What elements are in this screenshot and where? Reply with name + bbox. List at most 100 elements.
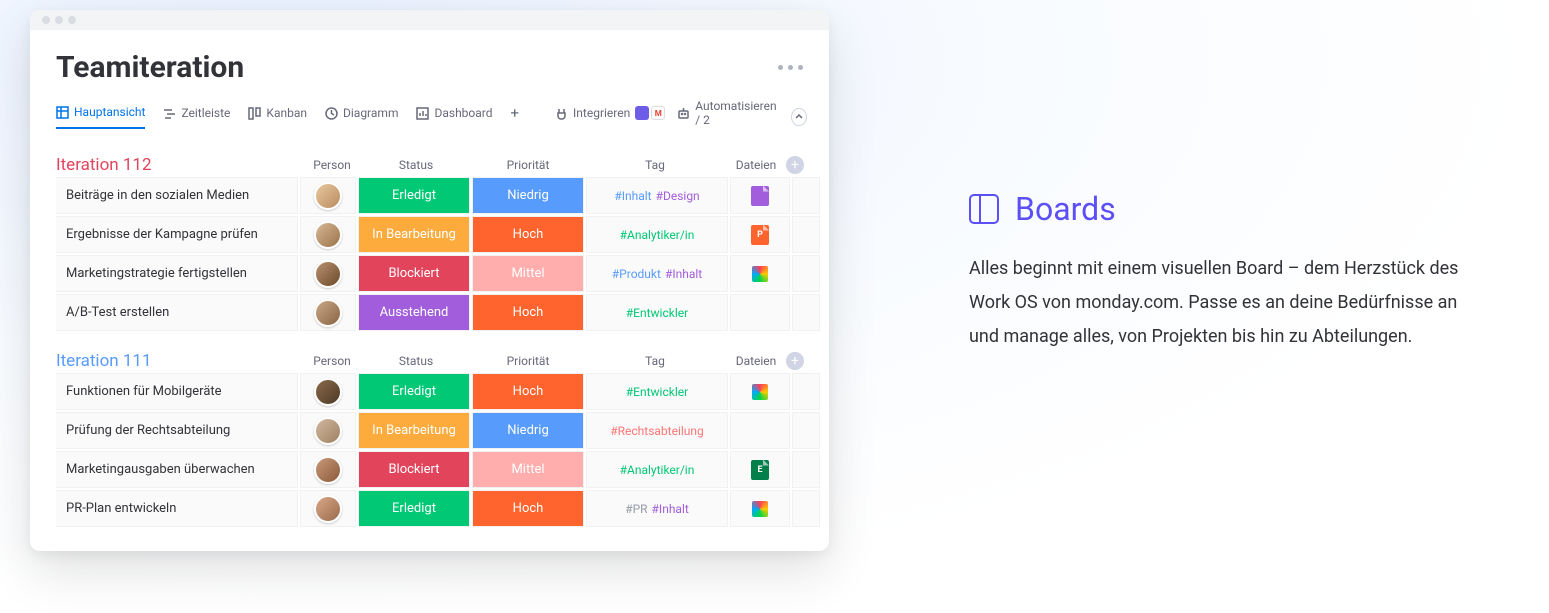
person-cell[interactable] [300,490,356,527]
priority-cell[interactable]: Hoch [472,216,584,253]
item-name[interactable]: Ergebnisse der Kampagne prüfen [56,216,298,253]
status-cell[interactable]: Erledigt [358,490,470,527]
person-cell[interactable] [300,177,356,214]
more-menu[interactable] [778,65,803,70]
files-cell[interactable] [730,412,790,449]
tab-label: Hauptansicht [74,105,145,119]
column-header-priority[interactable]: Priorität [472,156,584,174]
files-cell[interactable] [730,490,790,527]
table-row[interactable]: A/B-Test erstellen AusstehendHoch #Entwick… [56,294,803,331]
person-cell[interactable] [300,451,356,488]
column-header-status[interactable]: Status [360,352,472,370]
status-cell[interactable]: Erledigt [358,177,470,214]
table-row[interactable]: Prüfung der Rechtsabteilung In Bearbeitun… [56,412,803,449]
status-cell[interactable]: Blockiert [358,255,470,292]
tag-chip[interactable]: #PR [625,502,647,516]
column-header-tag[interactable]: Tag [584,156,726,174]
add-view-button[interactable]: + [511,104,520,130]
column-header-person[interactable]: Person [304,352,360,370]
item-name[interactable]: PR-Plan entwickeln [56,490,298,527]
table-row[interactable]: Marketingstrategie fertigstellen Blockier… [56,255,803,292]
add-column-button[interactable]: + [786,156,804,174]
group-title[interactable]: Iteration 112 [56,155,304,175]
column-header-status[interactable]: Status [360,156,472,174]
status-cell[interactable]: In Bearbeitung [358,216,470,253]
tag-cell[interactable]: #Produkt #Inhalt [586,255,728,292]
column-header-person[interactable]: Person [304,156,360,174]
tag-chip[interactable]: #Entwickler [626,385,688,399]
files-cell[interactable]: P [730,216,790,253]
tag-chip[interactable]: #Rechtsabteilung [610,424,704,438]
person-cell[interactable] [300,216,356,253]
tag-chip[interactable]: #Inhalt [614,189,651,203]
tag-chip[interactable]: #Design [656,189,700,203]
priority-cell[interactable]: Hoch [472,490,584,527]
tag-chip[interactable]: #Entwickler [626,306,688,320]
status-cell[interactable]: Blockiert [358,451,470,488]
priority-cell[interactable]: Hoch [472,373,584,410]
person-cell[interactable] [300,412,356,449]
tab-timeline[interactable]: Zeitleiste [163,106,230,128]
extra-cell [792,490,820,527]
table-row[interactable]: Marketingausgaben überwachen BlockiertMit… [56,451,803,488]
item-name[interactable]: Marketingausgaben überwachen [56,451,298,488]
person-cell[interactable] [300,255,356,292]
tag-chip[interactable]: #Analytiker/in [620,228,695,242]
item-name[interactable]: Beiträge in den sozialen Medien [56,177,298,214]
status-cell[interactable]: Ausstehend [358,294,470,331]
column-header-tag[interactable]: Tag [584,352,726,370]
status-cell[interactable]: Erledigt [358,373,470,410]
clock-icon [325,107,338,120]
avatar [314,299,342,327]
group: Iteration 112PersonStatusPrioritätTagDat… [56,155,803,331]
tag-chip[interactable]: #Inhalt [652,502,689,516]
person-cell[interactable] [300,373,356,410]
priority-cell[interactable]: Niedrig [472,177,584,214]
files-cell[interactable] [730,294,790,331]
group-title[interactable]: Iteration 111 [56,351,304,371]
priority-cell[interactable]: Hoch [472,294,584,331]
table-row[interactable]: Funktionen für Mobilgeräte ErledigtHoch #E… [56,373,803,410]
table-row[interactable]: Ergebnisse der Kampagne prüfen In Bearbei… [56,216,803,253]
column-header-files[interactable]: Dateien [726,156,786,174]
item-name[interactable]: Funktionen für Mobilgeräte [56,373,298,410]
tag-cell[interactable]: #Rechtsabteilung [586,412,728,449]
table-row[interactable]: Beiträge in den sozialen Medien ErledigtN… [56,177,803,214]
tab-chart[interactable]: Diagramm [325,106,398,128]
tag-cell[interactable]: #PR #Inhalt [586,490,728,527]
integrate-button[interactable]: Integrieren M [555,106,665,128]
add-column-button[interactable]: + [786,352,804,370]
item-name[interactable]: A/B-Test erstellen [56,294,298,331]
tab-label: Dashboard [434,106,492,120]
tab-kanban[interactable]: Kanban [248,106,307,128]
extra-cell [792,255,820,292]
person-cell[interactable] [300,294,356,331]
files-cell[interactable] [730,255,790,292]
table-row[interactable]: PR-Plan entwickeln ErledigtHoch #PR #Inhalt [56,490,803,527]
tag-chip[interactable]: #Produkt [612,267,661,281]
tag-cell[interactable]: #Analytiker/in [586,216,728,253]
tag-cell[interactable]: #Entwickler [586,294,728,331]
item-name[interactable]: Prüfung der Rechtsabteilung [56,412,298,449]
priority-cell[interactable]: Mittel [472,255,584,292]
status-cell[interactable]: In Bearbeitung [358,412,470,449]
avatar [314,495,342,523]
collapse-button[interactable] [791,108,807,126]
tag-chip[interactable]: #Analytiker/in [620,463,695,477]
tab-main[interactable]: Hauptansicht [56,105,145,129]
automate-button[interactable]: Automatisieren / 2 [677,99,778,135]
board-title[interactable]: Teamiteration [56,50,244,85]
tag-chip[interactable]: #Inhalt [665,267,702,281]
tag-cell[interactable]: #Inhalt #Design [586,177,728,214]
priority-cell[interactable]: Niedrig [472,412,584,449]
item-name[interactable]: Marketingstrategie fertigstellen [56,255,298,292]
column-header-files[interactable]: Dateien [726,352,786,370]
priority-cell[interactable]: Mittel [472,451,584,488]
column-header-priority[interactable]: Priorität [472,352,584,370]
tab-dashboard[interactable]: Dashboard [416,106,492,128]
files-cell[interactable] [730,177,790,214]
tag-cell[interactable]: #Entwickler [586,373,728,410]
files-cell[interactable]: E [730,451,790,488]
files-cell[interactable] [730,373,790,410]
tag-cell[interactable]: #Analytiker/in [586,451,728,488]
